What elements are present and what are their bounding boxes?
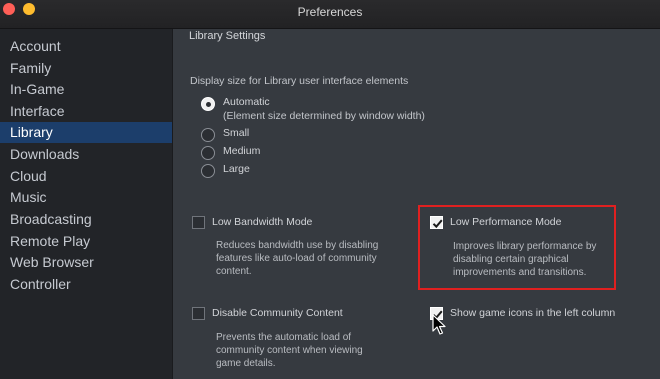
desc-line: Prevents the automatic load of xyxy=(216,332,352,343)
desc-line: game details. xyxy=(216,358,276,369)
automatic-description: (Element size determined by window width… xyxy=(223,110,425,122)
preferences-window: Preferences Account Family In-Game Inter… xyxy=(0,0,660,379)
disable-community-checkbox[interactable] xyxy=(192,307,205,320)
desc-line: content. xyxy=(216,266,252,277)
section-title: Library Settings xyxy=(189,30,266,42)
radio-large-label: Large xyxy=(223,163,250,175)
library-settings-panel: Library Settings Display size for Librar… xyxy=(173,29,660,379)
checkmark-icon xyxy=(432,219,443,229)
disable-community-description: Prevents the automatic load of community… xyxy=(216,331,363,370)
disable-community-label: Disable Community Content xyxy=(212,307,343,319)
title-bar: Preferences xyxy=(0,0,660,29)
display-size-label: Display size for Library user interface … xyxy=(190,75,409,87)
sidebar-item-remote-play[interactable]: Remote Play xyxy=(0,231,172,252)
radio-medium-label: Medium xyxy=(223,145,261,157)
sidebar: Account Family In-Game Interface Library… xyxy=(0,29,173,379)
game-icons-label: Show game icons in the left column xyxy=(450,307,616,319)
sidebar-item-web-browser[interactable]: Web Browser xyxy=(0,252,172,273)
low-performance-label: Low Performance Mode xyxy=(450,216,562,228)
desc-line: Improves library performance by xyxy=(453,241,597,252)
sidebar-item-music[interactable]: Music xyxy=(0,187,172,208)
low-bandwidth-label: Low Bandwidth Mode xyxy=(212,216,313,228)
desc-line: improvements and transitions. xyxy=(453,267,587,278)
sidebar-item-controller[interactable]: Controller xyxy=(0,274,172,295)
sidebar-item-cloud[interactable]: Cloud xyxy=(0,166,172,187)
low-performance-checkbox[interactable] xyxy=(430,216,443,229)
sidebar-item-interface[interactable]: Interface xyxy=(0,101,172,122)
sidebar-item-family[interactable]: Family xyxy=(0,58,172,79)
sidebar-item-library[interactable]: Library xyxy=(0,122,172,143)
desc-line: features like auto-load of community xyxy=(216,253,377,264)
desc-line: community content when viewing xyxy=(216,345,363,356)
radio-button[interactable] xyxy=(201,128,215,142)
radio-automatic-label: Automatic xyxy=(223,96,270,108)
radio-button[interactable] xyxy=(201,164,215,178)
low-bandwidth-checkbox[interactable] xyxy=(192,216,205,229)
window-title: Preferences xyxy=(297,5,363,19)
sidebar-item-downloads[interactable]: Downloads xyxy=(0,144,172,165)
desc-line: Reduces bandwidth use by disabling xyxy=(216,240,379,251)
mouse-pointer-icon xyxy=(432,314,446,335)
sidebar-item-broadcasting[interactable]: Broadcasting xyxy=(0,209,172,230)
sidebar-item-in-game[interactable]: In-Game xyxy=(0,79,172,100)
low-bandwidth-description: Reduces bandwidth use by disabling featu… xyxy=(216,239,378,278)
radio-button-selected[interactable] xyxy=(201,97,215,111)
desc-line: disabling certain graphical xyxy=(453,254,569,265)
radio-button[interactable] xyxy=(201,146,215,160)
radio-small-label: Small xyxy=(223,127,250,139)
low-performance-description: Improves library performance by disablin… xyxy=(453,240,596,279)
sidebar-item-account[interactable]: Account xyxy=(0,36,172,57)
